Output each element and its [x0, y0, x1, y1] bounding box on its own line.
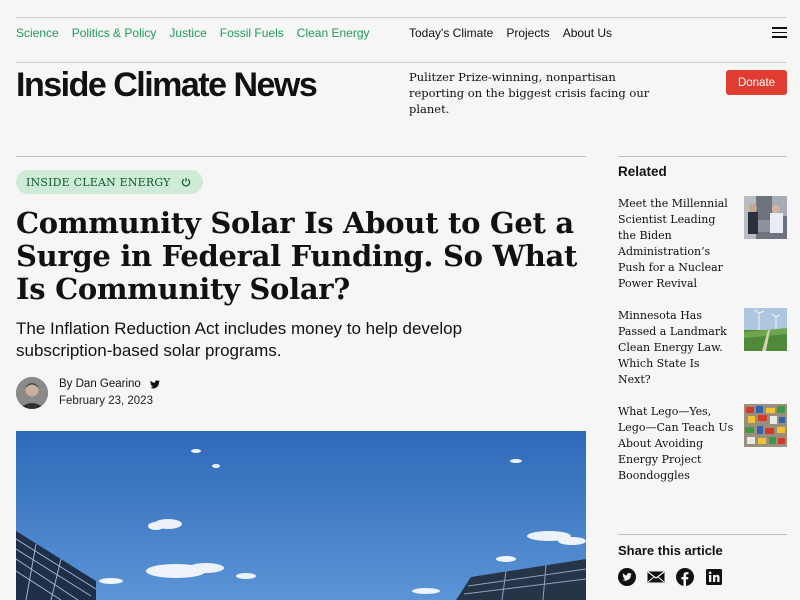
linkedin-icon[interactable]: [705, 568, 723, 586]
email-icon[interactable]: [647, 568, 665, 586]
series-label: INSIDE CLEAN ENERGY: [26, 175, 171, 189]
related-article[interactable]: Minnesota Has Passed a Landmark Clean En…: [618, 308, 787, 388]
related-article-title[interactable]: Minnesota Has Passed a Landmark Clean En…: [618, 308, 734, 388]
nav-link-projects[interactable]: Projects: [506, 26, 549, 40]
twitter-icon[interactable]: [618, 568, 636, 586]
site-tagline: Pulitzer Prize-winning, nonpartisan repo…: [409, 70, 650, 116]
publish-date: February 23, 2023: [59, 395, 153, 407]
nav-link-justice[interactable]: Justice: [169, 26, 206, 40]
twitter-icon[interactable]: [149, 379, 160, 389]
share-heading: Share this article: [618, 543, 723, 558]
facebook-icon[interactable]: [676, 568, 694, 586]
related-article-thumbnail[interactable]: [744, 196, 787, 239]
divider: [618, 534, 787, 535]
article-headline: Community Solar Is About to Get a Surge …: [16, 206, 578, 306]
hero-image: [16, 431, 586, 600]
nav-link-about-us[interactable]: About Us: [563, 26, 612, 40]
hamburger-menu-icon[interactable]: [772, 27, 787, 38]
nav-link-fossil-fuels[interactable]: Fossil Fuels: [220, 26, 284, 40]
divider: [618, 156, 787, 157]
site-logo[interactable]: Inside Climate News: [16, 66, 318, 105]
author-name[interactable]: By Dan Gearino: [59, 378, 141, 390]
nav-link-clean-energy[interactable]: Clean Energy: [297, 26, 370, 40]
related-article[interactable]: What Lego—Yes, Lego—Can Teach Us About A…: [618, 404, 787, 484]
related-article-title[interactable]: What Lego—Yes, Lego—Can Teach Us About A…: [618, 404, 734, 484]
related-heading: Related: [618, 164, 667, 179]
top-navigation: Science Politics & Policy Justice Fossil…: [16, 17, 787, 63]
category-links: Science Politics & Policy Justice Fossil…: [16, 26, 370, 40]
nav-link-science[interactable]: Science: [16, 26, 59, 40]
donate-button[interactable]: Donate: [726, 70, 787, 95]
nav-link-todays-climate[interactable]: Today's Climate: [409, 26, 493, 40]
related-article-thumbnail[interactable]: [744, 404, 787, 447]
section-links: Today's Climate Projects About Us: [409, 26, 612, 40]
divider: [16, 156, 586, 157]
related-article-title[interactable]: Meet the Millennial Scientist Leading th…: [618, 196, 734, 292]
author-name-row: By Dan Gearino: [59, 378, 160, 390]
series-badge[interactable]: INSIDE CLEAN ENERGY: [16, 170, 203, 194]
article-dek: The Inflation Reduction Act includes mon…: [16, 319, 463, 360]
related-article[interactable]: Meet the Millennial Scientist Leading th…: [618, 196, 787, 292]
nav-link-politics-policy[interactable]: Politics & Policy: [72, 26, 157, 40]
share-icons: [618, 568, 723, 586]
related-article-thumbnail[interactable]: [744, 308, 787, 351]
power-icon: [181, 177, 190, 187]
author-avatar[interactable]: [16, 377, 48, 409]
